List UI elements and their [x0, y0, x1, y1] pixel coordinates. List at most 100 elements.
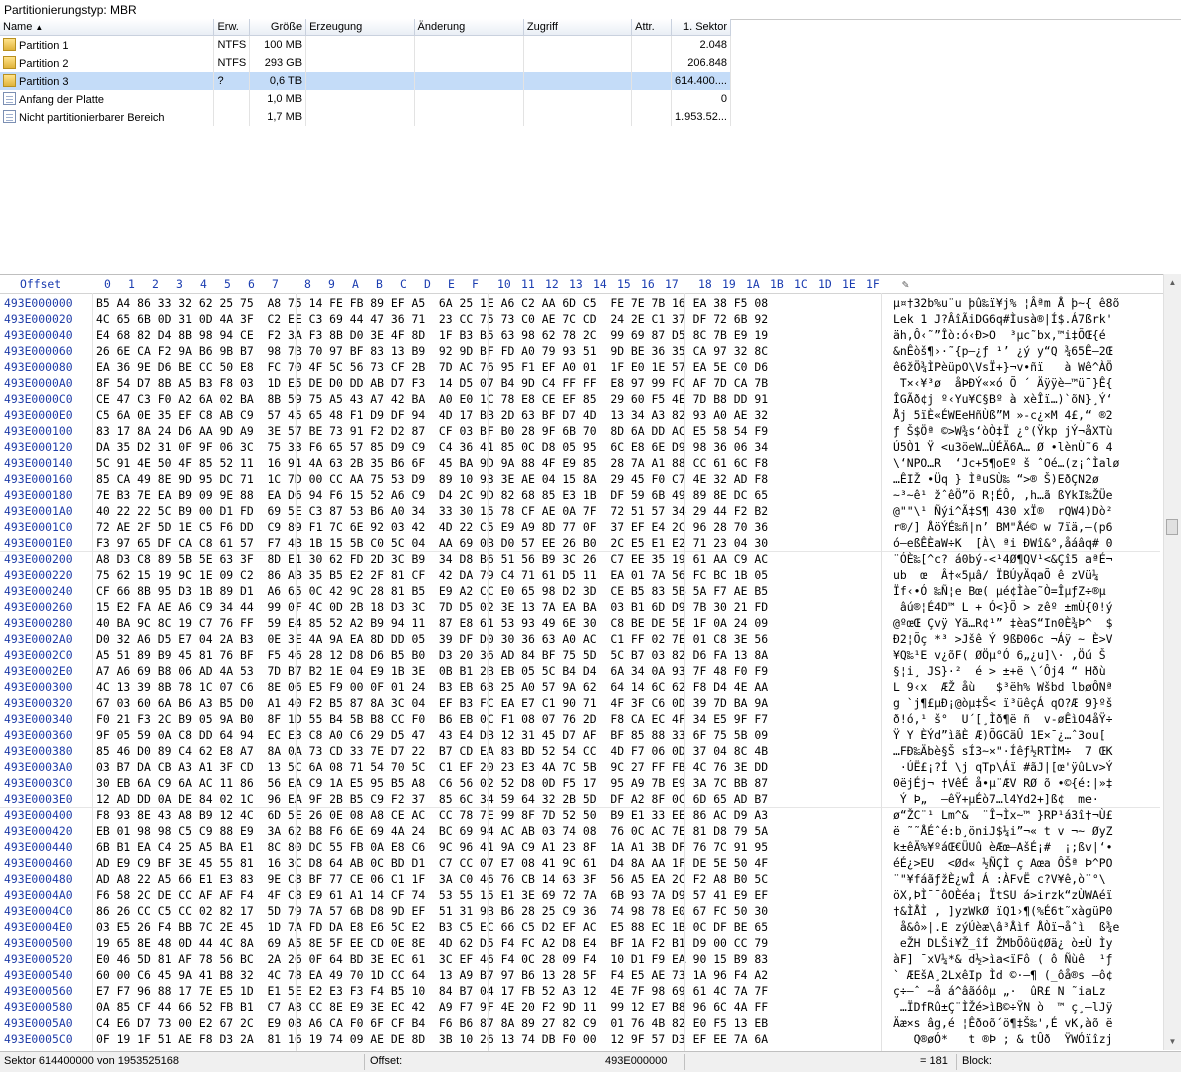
hex-offset[interactable]: 493E000500	[4, 936, 73, 950]
hex-offset[interactable]: 493E000340	[4, 712, 73, 726]
hex-text[interactable]: ­éÉ¿>EU <Ød« ½ÑÇÌ ç Aœa ÔŠª Þ^PO	[893, 856, 1112, 870]
hex-offset[interactable]: 493E0001E0	[4, 536, 73, 550]
hex-text[interactable]: µ¤†32b%u¨u þû‰ï¥j% ¦Âªm Å þ~{ ê8õ	[893, 296, 1119, 310]
hex-offset[interactable]: 493E000240	[4, 584, 73, 598]
hex-bytes[interactable]: 12 AD DD 0A DE 84 02 1C 96 EA 9F 2B B5 C…	[96, 792, 768, 806]
hex-row[interactable]: 493E000220 75 62 15 19 9C 1E 09 C2 86 AB …	[0, 568, 1160, 584]
hex-row[interactable]: 493E000160 85 CA 49 8E 9D 95 DC 71 1C 7D …	[0, 472, 1160, 488]
hex-bytes[interactable]: 67 03 60 6A B6 A3 B5 D0 A1 40 F2 B5 87 8…	[96, 696, 768, 710]
hex-bytes[interactable]: F8 93 8E 43 A8 B9 12 4C 6D 5E 26 0E 08 A…	[96, 808, 768, 822]
hex-bytes[interactable]: A7 A6 69 B8 06 AD 4A 53 7D B7 B2 1E 04 E…	[96, 664, 768, 678]
hex-text[interactable]: ÎGÃð¢j º‹Yu¥C§Bº à xèÎï…)`õN}¸Ý‘	[893, 392, 1112, 406]
hex-offset[interactable]: 493E000420	[4, 824, 73, 838]
col-accessed[interactable]: Zugriff	[523, 19, 633, 36]
hex-text[interactable]: ê6žÖ¾ÌPèüpO\VsÏ+}¬v•ñï à Wê^ÀÖ	[893, 360, 1112, 374]
hex-offset[interactable]: 493E000540	[4, 968, 73, 982]
hex-text[interactable]: Ïf‹•Ó ‰Ñ¦e Bœ( µé¢Ìàe˜Ò=ÎµƒZ÷®µ	[893, 584, 1106, 598]
hex-text[interactable]: Ÿ Y ÈÝd”ìãÈ Æ)ÕGCäÛ 1E×¯¿…ˆ3ou[	[893, 728, 1112, 742]
hex-text[interactable]: 0ëjÉj¬ †VêÉ å•µ¨ÆV RØ õ •©{é:|»‡	[893, 776, 1112, 790]
hex-text[interactable]: Åj 5ïÈ«ÉWEeHñÙß”M »-c¿×M 4£‚“ ®2	[893, 408, 1112, 422]
hex-offset[interactable]: 493E0004A0	[4, 888, 73, 902]
hex-bytes[interactable]: AD E9 C9 BF 3E 45 55 81 16 3C D8 64 AB 0…	[96, 856, 768, 870]
hex-row[interactable]: 493E0000A0 8F 54 D7 8B A5 B3 F8 03 1D E5 …	[0, 376, 1160, 392]
hex-bytes[interactable]: CF 66 8B 95 D3 1B 89 D1 A6 65 0C 42 9C 2…	[96, 584, 768, 598]
hex-row[interactable]: 493E000480 AD A8 22 A5 66 E1 E3 83 9E C8 …	[0, 872, 1160, 888]
hex-bytes[interactable]: EA 36 9E D6 BE CC 50 E8 FC 70 4F 5C 56 7…	[96, 360, 768, 374]
hex-offset[interactable]: 493E000460	[4, 856, 73, 870]
hex-bytes[interactable]: 26 6E CA F2 9A B6 9B B7 98 7B 70 97 BF 8…	[96, 344, 768, 358]
hex-bytes[interactable]: F3 97 65 DF CA C8 61 57 F7 4B 1B 15 5B C…	[96, 536, 768, 550]
hex-row[interactable]: 493E000340 F0 21 F3 2C B9 05 9A B0 8F 1D …	[0, 712, 1160, 728]
hex-row[interactable]: 493E0002A0 D0 32 A6 D5 E7 04 2A B3 0E 3E …	[0, 632, 1160, 648]
hex-text[interactable]: Ú5Ò1 Ÿ <u3öeW…ÙÉÄ6A… Ø •lènÙ˜6 4	[893, 440, 1112, 454]
hex-bytes[interactable]: DA 35 D2 31 0F 9F 06 3C 75 33 F6 65 57 8…	[96, 440, 768, 454]
hex-offset[interactable]: 493E000480	[4, 872, 73, 886]
hex-text[interactable]: &nÊòš¶›·˜{p—¿ƒ ¹’ ¿ý y“Q ¾65Ê—2Œ	[893, 344, 1112, 358]
hex-offset[interactable]: 493E0002E0	[4, 664, 73, 678]
hex-row[interactable]: 493E000080 EA 36 9E D6 BE CC 50 E8 FC 70 …	[0, 360, 1160, 376]
hex-text[interactable]: ­Ý Þ„ –êŸ+µÉò7…l4Yd2+]ß¢ me­·	[893, 792, 1099, 806]
hex-offset[interactable]: 493E000560	[4, 984, 73, 998]
partition-row[interactable]: Nicht partitionierbarer Bereich 1,7 MB 1.9…	[0, 108, 732, 126]
col-ext[interactable]: Erw.	[213, 19, 251, 36]
hex-bytes[interactable]: E7 F7 96 88 17 7E E5 1D E1 5E E2 E3 F3 F…	[96, 984, 768, 998]
hex-text[interactable]: k±êÄ%¥ºáŒ€ÜUû èÆœ–AšÉ¡# ¡;ßv|‘•	[893, 840, 1112, 854]
hex-text[interactable]: r®/] ÅöÝÉ‰ñ|n’ BM"Åé© w 7ïä,–(p6	[893, 520, 1112, 534]
hex-offset[interactable]: 493E0005C0	[4, 1032, 73, 1046]
hex-row[interactable]: 493E0000E0 C5 6A 0E 35 EF C8 AB C9 57 45 …	[0, 408, 1160, 424]
col-attr[interactable]: Attr.	[631, 19, 672, 36]
hex-row[interactable]: 493E000200 A8 D3 C8 89 5B 5E 63 3F 8D E1 …	[0, 552, 1160, 568]
hex-text[interactable]: ·ÚË£¡?Í \j qTp\Áï #ãJ|[œ'ÿûLv>Ý	[893, 760, 1113, 774]
hex-row[interactable]: 493E000300 4C 13 39 8B 78 1C 07 C6 8E 06 …	[0, 680, 1160, 696]
col-modified[interactable]: Änderung	[414, 19, 524, 36]
hex-offset[interactable]: 493E000440	[4, 840, 73, 854]
hex-bytes[interactable]: 5C 91 4E 50 4F 85 52 11 16 91 4A 63 2B 3…	[96, 456, 768, 470]
hex-offset[interactable]: 493E000060	[4, 344, 73, 358]
hex-row[interactable]: 493E000040 E4 68 82 D4 8B 98 94 CE F2 3A …	[0, 328, 1160, 344]
hex-row[interactable]: 493E000520 E0 46 5D 81 AF 78 56 BC 2A 26 …	[0, 952, 1160, 968]
hex-bytes[interactable]: 85 46 D0 89 C4 62 E8 A7 8A 0A 73 CD 33 7…	[96, 744, 768, 758]
hex-text[interactable]: å&ô»|.E zýÚèæ\â³Åìf ÅÒï¬åˆì ß¾e	[893, 920, 1119, 934]
hex-row[interactable]: 493E0002C0 A5 51 89 B9 45 81 76 BF F5 46 …	[0, 648, 1160, 664]
hex-offset[interactable]: 493E0003A0	[4, 760, 73, 774]
hex-bytes[interactable]: 03 B7 DA CB A3 A1 3F CD 13 5C 6A 08 71 5…	[96, 760, 768, 774]
hex-offset[interactable]: 493E000120	[4, 440, 73, 454]
hex-text[interactable]: àF] ¯xV¼*& d½>ìa<ïFô ( ô Ñùê ¹ƒ	[893, 952, 1112, 966]
hex-row[interactable]: 493E000360 9F 05 59 0A C8 DD 64 94 EC E3 …	[0, 728, 1160, 744]
hex-row[interactable]: 493E0001C0 72 AE 2F 5D 1E C5 F6 DD C9 89 …	[0, 520, 1160, 536]
hex-bytes[interactable]: 03 E5 26 F4 BB 7C 2E 45 1D 7A FD DA E8 E…	[96, 920, 768, 934]
hex-row[interactable]: 493E000000 B5 A4 86 33 32 62 25 75 A8 75 …	[0, 296, 1160, 312]
hex-bytes[interactable]: C5 6A 0E 35 EF C8 AB C9 57 45 65 48 F1 D…	[96, 408, 768, 422]
hex-bytes[interactable]: 40 22 22 5C B9 00 D1 FD 69 5E C3 87 53 B…	[96, 504, 768, 518]
hex-offset[interactable]: 493E000040	[4, 328, 73, 342]
hex-offset[interactable]: 493E000380	[4, 744, 73, 758]
hex-bytes[interactable]: CE 47 C3 F0 A2 6A 02 BA 8B 59 75 A5 43 A…	[96, 392, 768, 406]
hex-row[interactable]: 493E0003C0 30 EB 6A C9 6A AC 11 86 56 EA …	[0, 776, 1160, 792]
hex-offset[interactable]: 493E0004C0	[4, 904, 73, 918]
hex-row[interactable]: 493E000140 5C 91 4E 50 4F 85 52 11 16 91 …	[0, 456, 1160, 472]
hex-offset[interactable]: 493E0003C0	[4, 776, 73, 790]
hex-row[interactable]: 493E000240 CF 66 8B 95 D3 1B 89 D1 A6 65 …	[0, 584, 1160, 600]
hex-bytes[interactable]: AD A8 22 A5 66 E1 E3 83 9E C8 BF 77 CE 0…	[96, 872, 768, 886]
hex-text[interactable]: äh‚Ô‹˜”Îò:ó‹Ð>O ³µc˜bx,™i‡ÕŒ{é	[893, 328, 1112, 342]
hex-text[interactable]: …ÊIŽ •Üq } ÌªuSÙ‰ “>® Š)EðÇN2­ø	[893, 472, 1099, 486]
hex-offset[interactable]: 493E000180	[4, 488, 73, 502]
hex-offset[interactable]: 493E000520	[4, 952, 73, 966]
hex-text[interactable]: ƒ Š$Öª ©>W¾s‘òÒ‡Ï ¿°(Ÿkp jÝ¬åXTù	[893, 424, 1112, 438]
hex-text[interactable]: ë ˜˜ÅÉˆé:b¸öniJ$¼i”¬« t v ¬~ ØyZ	[893, 824, 1112, 838]
hex-bytes[interactable]: 0F 19 1F 51 AE F8 D3 2A 81 16 19 74 09 A…	[96, 1032, 768, 1046]
hex-text[interactable]: Q®øÓ* t ®Þ ; & tÛð ŸWÓïîzj	[893, 1032, 1113, 1046]
hex-text[interactable]: @""\¹ Ñýi^Ã‡S¶ 430 xÏ® rQW4)Dò²	[893, 504, 1112, 518]
hex-row[interactable]: 493E0005C0 0F 19 1F 51 AE F8 D3 2A 81 16 …	[0, 1032, 1160, 1048]
hex-text[interactable]: âú®¦É4D™ L + Ó<}Õ > zêº ±mÙ{0!ý	[893, 600, 1113, 614]
hex-bytes[interactable]: EB 01 98 98 C5 C9 88 E9 3A 62 B8 F6 6E 6…	[96, 824, 768, 838]
hex-text[interactable]: g `j¶£µÐ¡@òµ‡Š< ï³üêçÁ qO?Æ 9}ºš	[893, 696, 1112, 710]
partition-row[interactable]: Anfang der Platte 1,0 MB 0	[0, 90, 732, 108]
hex-text[interactable]: Lek 1 J?ÂîÃiDG6q#Ìusà®|Í$.Á7ßrk'	[893, 312, 1112, 326]
hex-row[interactable]: 493E000540 60 00 C6 45 9A 41 B8 32 4C 78 …	[0, 968, 1160, 984]
hex-text[interactable]: ð!ó,¹ š° U´[¸Ìð¶ë ñ v-øÊìO4åŸ÷	[893, 712, 1112, 726]
scroll-up-arrow-icon[interactable]: ▲	[1164, 274, 1181, 291]
hex-bytes[interactable]: 86 26 CC C5 CC 02 82 17 5D 79 7A 57 6B D…	[96, 904, 768, 918]
hex-row[interactable]: 493E000560 E7 F7 96 88 17 7E E5 1D E1 5E …	[0, 984, 1160, 1000]
hex-bytes[interactable]: E4 68 82 D4 8B 98 94 CE F2 3A F3 8B D0 3…	[96, 328, 768, 342]
